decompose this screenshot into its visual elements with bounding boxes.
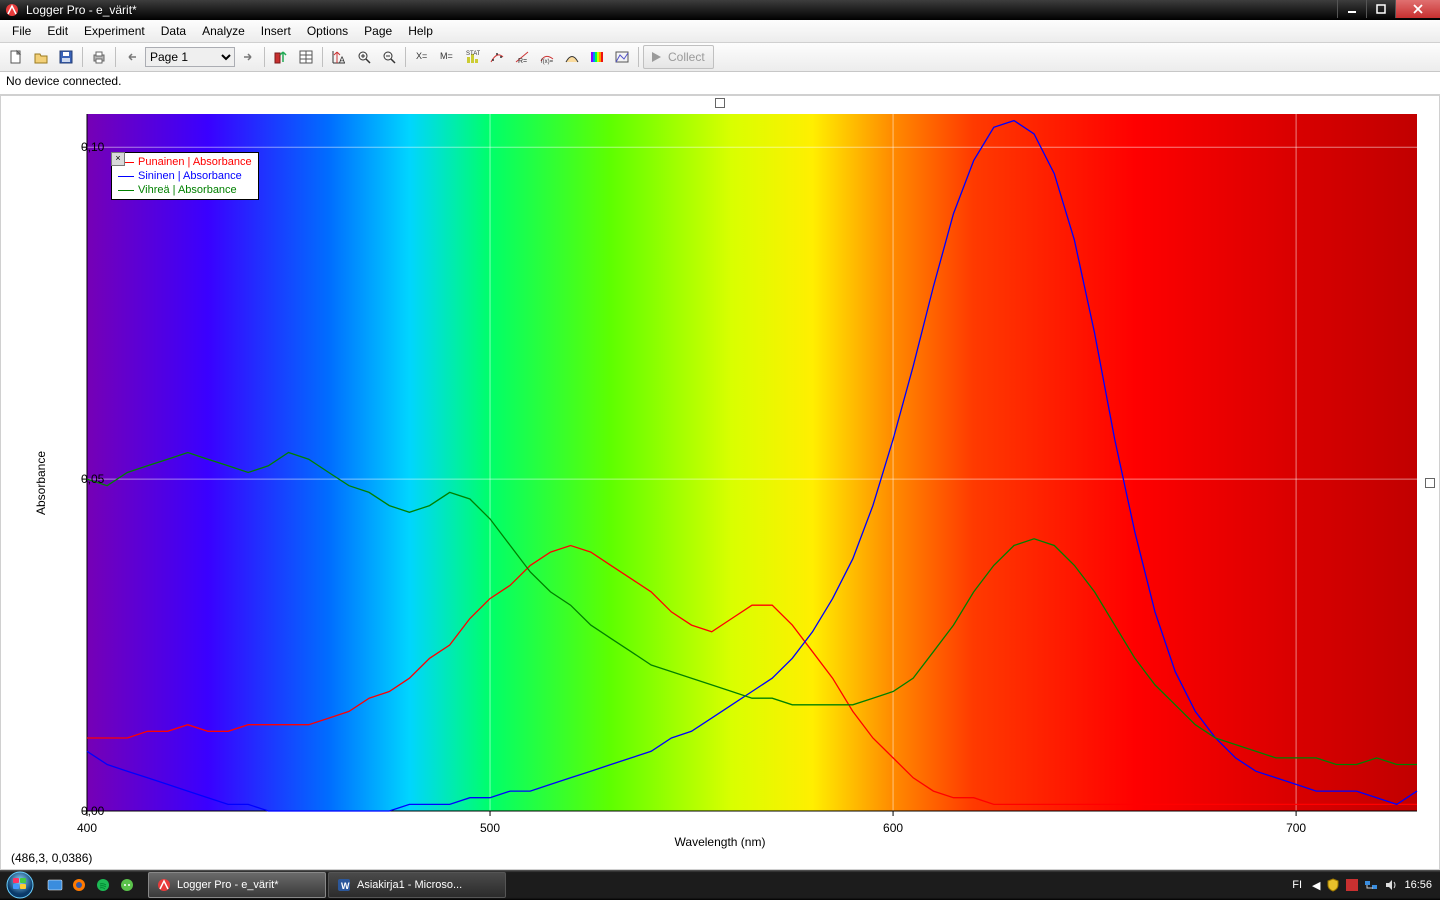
taskbar-task[interactable]: Logger Pro - e_värit* xyxy=(148,872,326,898)
examine-button[interactable]: X= xyxy=(410,45,434,69)
legend-close-icon[interactable]: × xyxy=(111,152,125,166)
spectrum-button[interactable] xyxy=(585,45,609,69)
minimize-button[interactable] xyxy=(1337,0,1366,18)
task-icon xyxy=(157,878,171,892)
curve-fit-button[interactable] xyxy=(485,45,509,69)
spectrum-background xyxy=(87,114,1417,811)
window-titlebar: Logger Pro - e_värit* xyxy=(0,0,1440,20)
tray-volume-icon[interactable] xyxy=(1384,878,1398,892)
menu-page[interactable]: Page xyxy=(356,22,400,40)
new-file-button[interactable] xyxy=(4,45,28,69)
zoom-in-button[interactable] xyxy=(352,45,376,69)
data-collection-button[interactable] xyxy=(269,45,293,69)
show-desktop-icon[interactable] xyxy=(44,874,66,896)
svg-text:f(x)=: f(x)= xyxy=(541,59,554,65)
chart-svg xyxy=(29,114,1419,829)
y-tick-label: 0,10 xyxy=(81,140,87,154)
task-label: Asiakirja1 - Microso... xyxy=(357,879,462,891)
x-tick-label: 500 xyxy=(480,821,500,835)
svg-text:STAT: STAT xyxy=(466,51,480,57)
legend-item: Sininen | Absorbance xyxy=(118,169,252,183)
legend-label: Vihreä | Absorbance xyxy=(138,183,237,197)
y-tick-label: 0,00 xyxy=(81,804,87,818)
status-bar: No device connected. xyxy=(0,72,1440,95)
task-icon: W xyxy=(337,878,351,892)
menu-bar: FileEditExperimentDataAnalyzeInsertOptio… xyxy=(0,20,1440,43)
x-tick-label: 400 xyxy=(77,821,97,835)
legend-item: Vihreä | Absorbance xyxy=(118,183,252,197)
firefox-icon[interactable] xyxy=(68,874,90,896)
tangent-button[interactable]: M= xyxy=(435,45,459,69)
toolbar: Page 1 A X= M= STAT R= f(x)= Collect xyxy=(0,43,1440,72)
svg-text:X=: X= xyxy=(416,51,427,61)
spotify-icon[interactable] xyxy=(92,874,114,896)
logger-pro-icon xyxy=(4,2,20,18)
resize-handle-right[interactable] xyxy=(1425,478,1435,488)
menu-insert[interactable]: Insert xyxy=(253,22,299,40)
input-language[interactable]: FI xyxy=(1288,878,1306,892)
legend-item: Punainen | Absorbance xyxy=(118,155,252,169)
window-title: Logger Pro - e_värit* xyxy=(24,3,1337,17)
x-tick-label: 600 xyxy=(883,821,903,835)
model-button[interactable]: f(x)= xyxy=(535,45,559,69)
task-label: Logger Pro - e_värit* xyxy=(177,879,279,891)
taskbar-task[interactable]: W Asiakirja1 - Microso... xyxy=(328,872,506,898)
svg-text:W: W xyxy=(341,881,350,891)
data-table-button[interactable] xyxy=(294,45,318,69)
system-tray: FI ◀ 16:56 xyxy=(1280,878,1440,892)
tray-expand-icon[interactable]: ◀ xyxy=(1312,879,1320,892)
tray-shield-icon[interactable] xyxy=(1326,878,1340,892)
tray-network-icon[interactable] xyxy=(1364,878,1378,892)
plot-area[interactable]: 0,000,050,10400500600700×Punainen | Abso… xyxy=(29,114,1419,829)
tray-clock[interactable]: 16:56 xyxy=(1404,879,1432,891)
chat-icon[interactable] xyxy=(116,874,138,896)
prev-page-button[interactable] xyxy=(120,45,144,69)
zoom-out-button[interactable] xyxy=(377,45,401,69)
print-button[interactable] xyxy=(87,45,111,69)
tray-app-icon[interactable] xyxy=(1346,879,1358,891)
next-page-button[interactable] xyxy=(236,45,260,69)
svg-text:M=: M= xyxy=(440,51,453,61)
start-button[interactable] xyxy=(0,870,40,900)
configure-spectrometer-button[interactable] xyxy=(610,45,634,69)
y-tick-label: 0,05 xyxy=(81,472,87,486)
open-file-button[interactable] xyxy=(29,45,53,69)
integral-button[interactable] xyxy=(560,45,584,69)
menu-experiment[interactable]: Experiment xyxy=(76,22,153,40)
menu-data[interactable]: Data xyxy=(153,22,194,40)
page-selector[interactable]: Page 1 xyxy=(145,47,235,67)
close-button[interactable] xyxy=(1395,0,1440,18)
legend-label: Punainen | Absorbance xyxy=(138,155,252,169)
menu-help[interactable]: Help xyxy=(400,22,441,40)
svg-text:R=: R= xyxy=(518,58,527,65)
legend[interactable]: × Punainen | AbsorbanceSininen | Absorban… xyxy=(111,152,259,200)
menu-analyze[interactable]: Analyze xyxy=(194,22,253,40)
taskbar-tasks: Logger Pro - e_värit* W Asiakirja1 - Micro… xyxy=(148,872,506,898)
cursor-readout: (486,3, 0,0386) xyxy=(11,851,92,865)
x-axis-label: Wavelength (nm) xyxy=(675,835,766,849)
legend-label: Sininen | Absorbance xyxy=(138,169,242,183)
menu-edit[interactable]: Edit xyxy=(39,22,76,40)
menu-file[interactable]: File xyxy=(4,22,39,40)
quick-launch xyxy=(40,874,142,896)
collect-label: Collect xyxy=(668,50,705,64)
save-button[interactable] xyxy=(54,45,78,69)
menu-options[interactable]: Options xyxy=(299,22,356,40)
taskbar: Logger Pro - e_värit* W Asiakirja1 - Micro… xyxy=(0,870,1440,900)
stats-button[interactable]: STAT xyxy=(460,45,484,69)
resize-handle-top[interactable] xyxy=(715,98,725,108)
collect-button[interactable]: Collect xyxy=(643,45,714,69)
autoscale-button[interactable]: A xyxy=(327,45,351,69)
svg-text:A: A xyxy=(339,55,345,65)
linear-fit-button[interactable]: R= xyxy=(510,45,534,69)
graph-panel[interactable]: Absorbance 0,000,050,10400500600700×Puna… xyxy=(0,95,1440,870)
maximize-button[interactable] xyxy=(1366,0,1395,18)
x-tick-label: 700 xyxy=(1286,821,1306,835)
